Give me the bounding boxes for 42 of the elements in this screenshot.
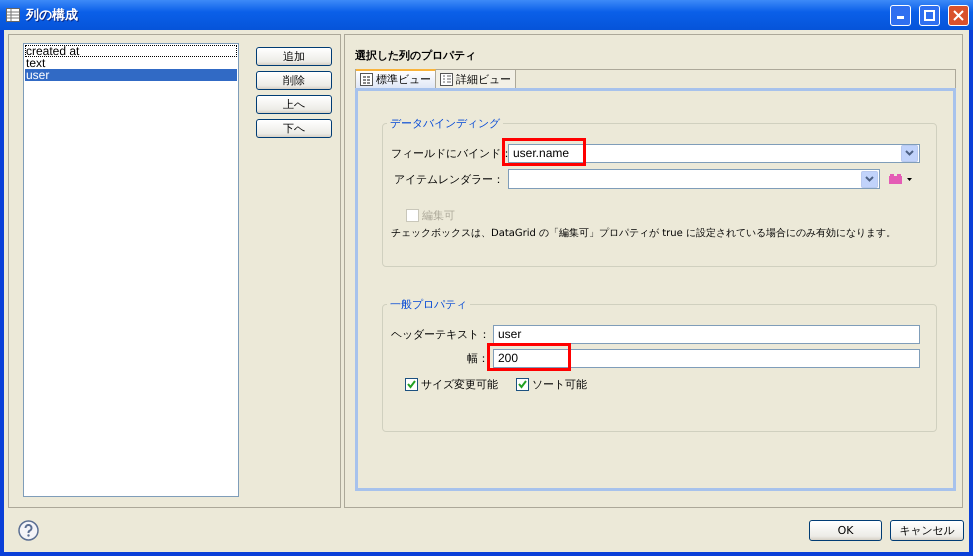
group-title: 一般プロパティ — [387, 297, 470, 312]
dialog-button[interactable]: キャンセル — [890, 520, 964, 540]
list-view-icon — [440, 72, 453, 86]
checkbox[interactable] — [516, 378, 529, 391]
field-label: ヘッダーテキスト： — [391, 326, 491, 342]
list-item[interactable]: created at — [25, 45, 237, 57]
list-button[interactable]: 削除 — [256, 71, 332, 90]
minimize-button[interactable] — [890, 4, 911, 26]
checkbox[interactable] — [405, 378, 418, 391]
close-button[interactable] — [948, 4, 969, 26]
dialog-button[interactable]: OK — [809, 520, 882, 540]
help-note: チェックボックスは、DataGrid の「編集可」プロパティが true に設定されている場合にのみ有効になります。 — [391, 226, 897, 240]
dropdown-caret-icon — [865, 176, 874, 182]
combo-field[interactable]: user.name — [508, 144, 920, 162]
checkbox-label: サイズ変更可能 — [421, 377, 498, 392]
field-label: フィールドにバインド： — [391, 146, 508, 160]
group-title: データバインディング — [387, 116, 503, 131]
dropdown-caret-icon — [905, 150, 914, 156]
panel-heading: 選択した列のプロパティ — [355, 48, 477, 64]
tab[interactable]: 標準ビュー — [356, 69, 436, 88]
list-button[interactable]: 上へ — [256, 95, 332, 114]
field-label: 幅： — [466, 350, 490, 366]
input-field[interactable]: user — [493, 324, 920, 344]
checkbox-label: 編集可 — [422, 208, 455, 223]
combo-field[interactable] — [508, 169, 880, 189]
table-icon — [6, 8, 20, 22]
maximize-button[interactable] — [919, 4, 940, 26]
list-item[interactable]: user — [25, 69, 237, 81]
renderer-icon — [888, 174, 902, 184]
list-button[interactable]: 追加 — [256, 47, 332, 66]
list-button[interactable]: 下へ — [256, 119, 332, 138]
tab[interactable]: 詳細ビュー — [436, 70, 516, 88]
list-item[interactable]: text — [25, 57, 237, 69]
checkbox-label: ソート可能 — [532, 377, 587, 392]
grid-view-icon — [360, 73, 373, 86]
dropdown-caret-icon[interactable] — [906, 178, 912, 180]
input-field[interactable]: 200 — [493, 348, 920, 368]
window-title: 列の構成 — [26, 7, 79, 24]
close-icon — [953, 10, 964, 20]
field-label: アイテムレンダラー： — [393, 172, 505, 186]
maximize-icon — [924, 10, 935, 20]
help-icon[interactable] — [18, 520, 39, 540]
